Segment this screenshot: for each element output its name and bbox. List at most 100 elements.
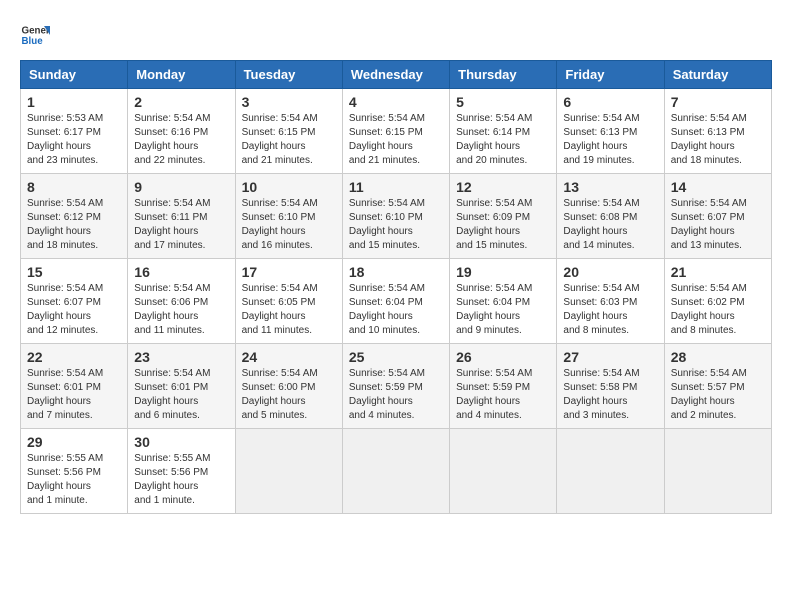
day-number: 17 (242, 264, 336, 280)
calendar-cell: 11 Sunrise: 5:54 AMSunset: 6:10 PMDayligh… (342, 174, 449, 259)
day-number: 29 (27, 434, 121, 450)
day-info: Sunrise: 5:54 AMSunset: 6:10 PMDaylight … (242, 198, 318, 251)
day-info: Sunrise: 5:54 AMSunset: 6:04 PMDaylight … (349, 283, 425, 336)
day-info: Sunrise: 5:55 AMSunset: 5:56 PMDaylight … (27, 453, 103, 506)
calendar-cell: 18Sunrise: 5:54 AMSunset: 6:04 PMDayligh… (342, 259, 449, 344)
day-info: Sunrise: 5:54 AMSunset: 6:08 PMDaylight … (563, 198, 639, 251)
day-header-thursday: Thursday (450, 61, 557, 89)
calendar-cell: 5 Sunrise: 5:54 AMSunset: 6:14 PMDaylight… (450, 89, 557, 174)
day-number: 22 (27, 349, 121, 365)
day-number: 13 (563, 179, 657, 195)
day-info: Sunrise: 5:54 AMSunset: 6:07 PMDaylight … (671, 198, 747, 251)
day-number: 11 (349, 179, 443, 195)
calendar-cell: 17Sunrise: 5:54 AMSunset: 6:05 PMDayligh… (235, 259, 342, 344)
calendar-table: SundayMondayTuesdayWednesdayThursdayFrid… (20, 60, 772, 514)
calendar-cell: 19 Sunrise: 5:54 AMSunset: 6:04 PMDayligh… (450, 259, 557, 344)
calendar-cell: 1 Sunrise: 5:53 AMSunset: 6:17 PMDaylight… (21, 89, 128, 174)
day-info: Sunrise: 5:54 AMSunset: 6:03 PMDaylight … (563, 283, 639, 336)
calendar-body: 1 Sunrise: 5:53 AMSunset: 6:17 PMDaylight… (21, 89, 772, 514)
day-info: Sunrise: 5:54 AMSunset: 6:06 PMDaylight … (134, 283, 210, 336)
day-number: 20 (563, 264, 657, 280)
day-number: 9 (134, 179, 228, 195)
calendar-cell: 6 Sunrise: 5:54 AMSunset: 6:13 PMDaylight… (557, 89, 664, 174)
logo-icon: General Blue (20, 20, 50, 50)
day-info: Sunrise: 5:54 AMSunset: 6:10 PMDaylight … (349, 198, 425, 251)
calendar-week-4: 22 Sunrise: 5:54 AMSunset: 6:01 PMDayligh… (21, 344, 772, 429)
day-info: Sunrise: 5:54 AMSunset: 6:09 PMDaylight … (456, 198, 532, 251)
calendar-cell: 3 Sunrise: 5:54 AMSunset: 6:15 PMDaylight… (235, 89, 342, 174)
day-info: Sunrise: 5:54 AMSunset: 6:00 PMDaylight … (242, 368, 318, 421)
day-number: 19 (456, 264, 550, 280)
day-number: 26 (456, 349, 550, 365)
calendar-cell: 10 Sunrise: 5:54 AMSunset: 6:10 PMDayligh… (235, 174, 342, 259)
calendar-cell: 23Sunrise: 5:54 AMSunset: 6:01 PMDayligh… (128, 344, 235, 429)
day-info: Sunrise: 5:54 AMSunset: 6:15 PMDaylight … (242, 113, 318, 166)
day-info: Sunrise: 5:54 AMSunset: 6:14 PMDaylight … (456, 113, 532, 166)
calendar-cell: 20 Sunrise: 5:54 AMSunset: 6:03 PMDayligh… (557, 259, 664, 344)
day-header-saturday: Saturday (664, 61, 771, 89)
calendar-cell: 7 Sunrise: 5:54 AMSunset: 6:13 PMDaylight… (664, 89, 771, 174)
calendar-cell (342, 429, 449, 514)
day-number: 1 (27, 94, 121, 110)
calendar-cell (235, 429, 342, 514)
day-number: 8 (27, 179, 121, 195)
day-number: 10 (242, 179, 336, 195)
calendar-cell: 27 Sunrise: 5:54 AMSunset: 5:58 PMDayligh… (557, 344, 664, 429)
calendar-cell: 29 Sunrise: 5:55 AMSunset: 5:56 PMDayligh… (21, 429, 128, 514)
day-info: Sunrise: 5:54 AMSunset: 6:07 PMDaylight … (27, 283, 103, 336)
day-header-tuesday: Tuesday (235, 61, 342, 89)
day-info: Sunrise: 5:54 AMSunset: 5:59 PMDaylight … (456, 368, 532, 421)
day-number: 14 (671, 179, 765, 195)
day-info: Sunrise: 5:54 AMSunset: 6:13 PMDaylight … (563, 113, 639, 166)
day-number: 7 (671, 94, 765, 110)
calendar-cell: 21Sunrise: 5:54 AMSunset: 6:02 PMDayligh… (664, 259, 771, 344)
day-info: Sunrise: 5:54 AMSunset: 6:11 PMDaylight … (134, 198, 210, 251)
calendar-cell: 26 Sunrise: 5:54 AMSunset: 5:59 PMDayligh… (450, 344, 557, 429)
day-info: Sunrise: 5:54 AMSunset: 6:16 PMDaylight … (134, 113, 210, 166)
day-info: Sunrise: 5:54 AMSunset: 6:12 PMDaylight … (27, 198, 103, 251)
day-number: 28 (671, 349, 765, 365)
calendar-cell: 28Sunrise: 5:54 AMSunset: 5:57 PMDayligh… (664, 344, 771, 429)
day-number: 27 (563, 349, 657, 365)
day-info: Sunrise: 5:54 AMSunset: 6:01 PMDaylight … (27, 368, 103, 421)
calendar-cell: 24 Sunrise: 5:54 AMSunset: 6:00 PMDayligh… (235, 344, 342, 429)
day-info: Sunrise: 5:54 AMSunset: 6:13 PMDaylight … (671, 113, 747, 166)
logo: General Blue (20, 20, 50, 50)
day-number: 2 (134, 94, 228, 110)
day-header-monday: Monday (128, 61, 235, 89)
day-number: 30 (134, 434, 228, 450)
day-header-sunday: Sunday (21, 61, 128, 89)
calendar-cell: 13 Sunrise: 5:54 AMSunset: 6:08 PMDayligh… (557, 174, 664, 259)
day-number: 21 (671, 264, 765, 280)
calendar-week-3: 15 Sunrise: 5:54 AMSunset: 6:07 PMDayligh… (21, 259, 772, 344)
calendar-header-row: SundayMondayTuesdayWednesdayThursdayFrid… (21, 61, 772, 89)
day-info: Sunrise: 5:54 AMSunset: 5:59 PMDaylight … (349, 368, 425, 421)
calendar-cell: 15 Sunrise: 5:54 AMSunset: 6:07 PMDayligh… (21, 259, 128, 344)
day-info: Sunrise: 5:54 AMSunset: 6:04 PMDaylight … (456, 283, 532, 336)
calendar-week-1: 1 Sunrise: 5:53 AMSunset: 6:17 PMDaylight… (21, 89, 772, 174)
day-number: 3 (242, 94, 336, 110)
day-info: Sunrise: 5:54 AMSunset: 5:58 PMDaylight … (563, 368, 639, 421)
day-info: Sunrise: 5:55 AMSunset: 5:56 PMDaylight … (134, 453, 210, 506)
svg-text:Blue: Blue (22, 36, 44, 47)
calendar-cell (664, 429, 771, 514)
calendar-cell: 16 Sunrise: 5:54 AMSunset: 6:06 PMDayligh… (128, 259, 235, 344)
day-header-friday: Friday (557, 61, 664, 89)
page-header: General Blue (20, 20, 772, 50)
calendar-cell: 2 Sunrise: 5:54 AMSunset: 6:16 PMDaylight… (128, 89, 235, 174)
day-number: 4 (349, 94, 443, 110)
day-number: 16 (134, 264, 228, 280)
day-number: 23 (134, 349, 228, 365)
calendar-cell: 22 Sunrise: 5:54 AMSunset: 6:01 PMDayligh… (21, 344, 128, 429)
day-number: 24 (242, 349, 336, 365)
day-header-wednesday: Wednesday (342, 61, 449, 89)
day-number: 15 (27, 264, 121, 280)
calendar-cell: 9 Sunrise: 5:54 AMSunset: 6:11 PMDaylight… (128, 174, 235, 259)
calendar-week-5: 29 Sunrise: 5:55 AMSunset: 5:56 PMDayligh… (21, 429, 772, 514)
day-number: 5 (456, 94, 550, 110)
day-number: 25 (349, 349, 443, 365)
day-number: 12 (456, 179, 550, 195)
calendar-cell: 25 Sunrise: 5:54 AMSunset: 5:59 PMDayligh… (342, 344, 449, 429)
day-info: Sunrise: 5:53 AMSunset: 6:17 PMDaylight … (27, 113, 103, 166)
day-number: 6 (563, 94, 657, 110)
